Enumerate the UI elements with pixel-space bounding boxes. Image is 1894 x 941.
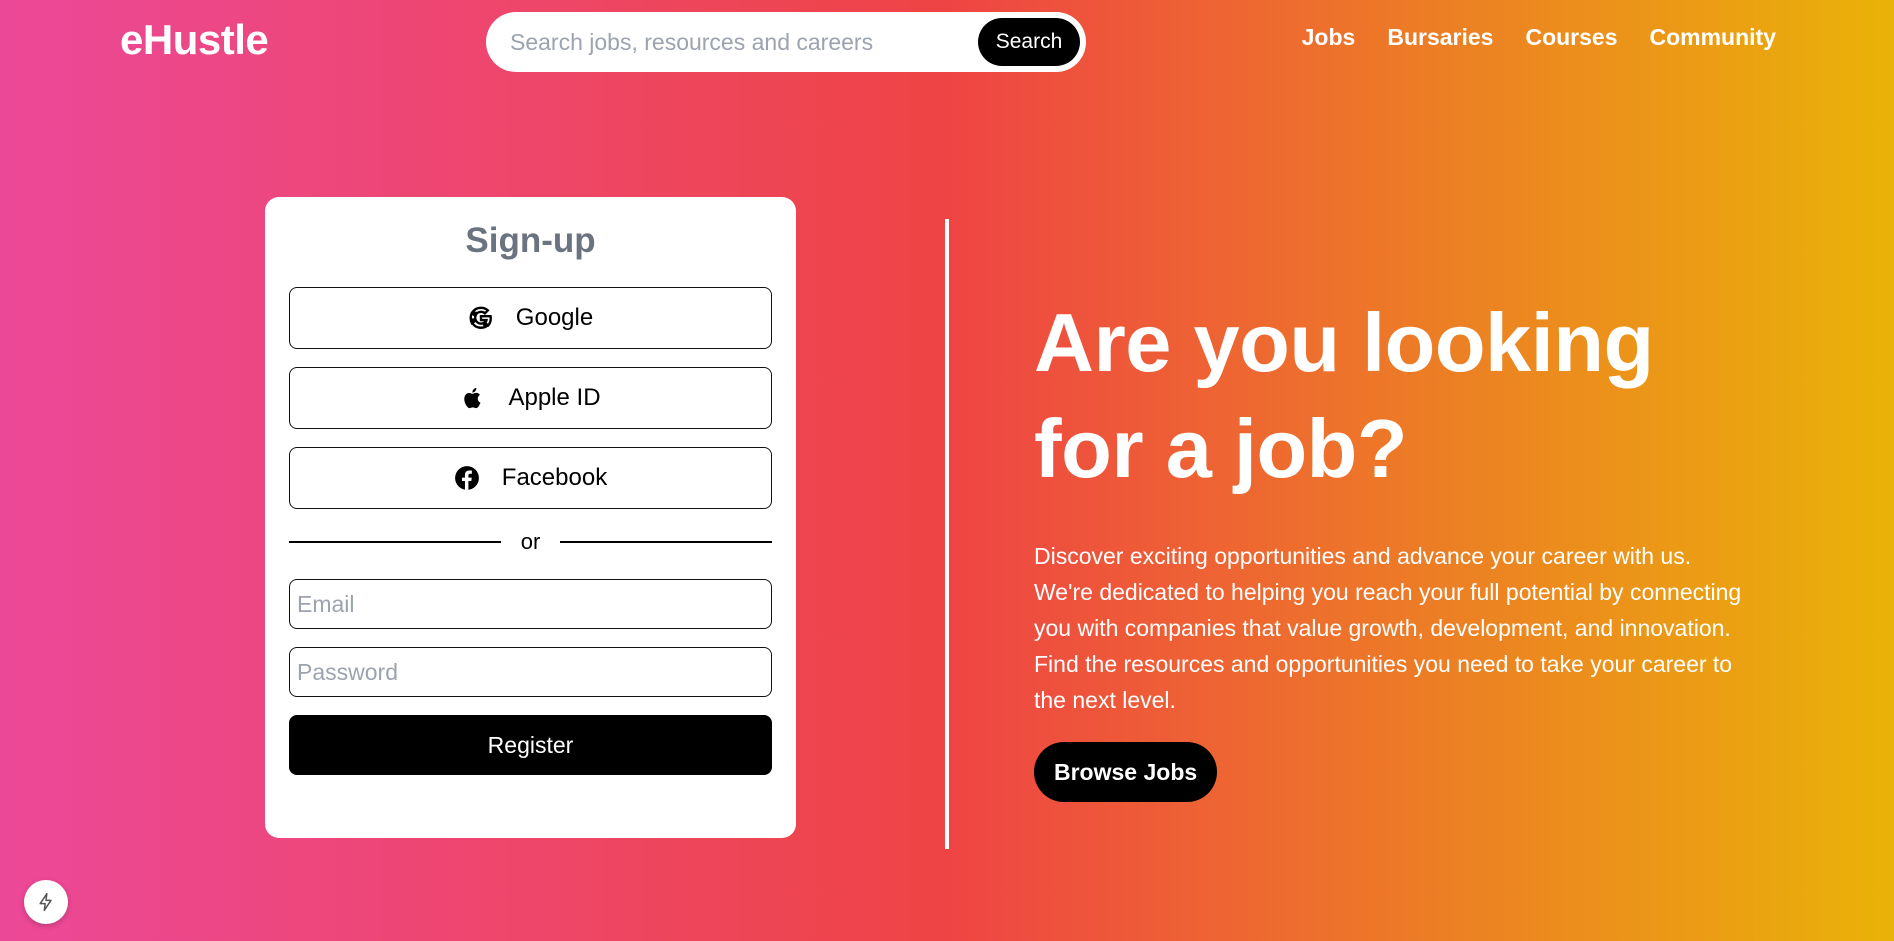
divider-line-left bbox=[289, 541, 501, 543]
facebook-icon bbox=[454, 466, 479, 490]
nav-jobs[interactable]: Jobs bbox=[1302, 24, 1356, 51]
floating-action-button[interactable] bbox=[24, 880, 68, 924]
facebook-signup-button[interactable]: Facebook bbox=[289, 447, 772, 509]
email-field[interactable] bbox=[289, 579, 772, 629]
main-nav: Jobs Bursaries Courses Community bbox=[1302, 24, 1776, 51]
signup-title: Sign-up bbox=[465, 221, 596, 260]
nav-courses[interactable]: Courses bbox=[1525, 24, 1617, 51]
hero-headline: Are you looking for a job? bbox=[1034, 290, 1774, 502]
google-label: Google bbox=[515, 304, 594, 331]
divider-label: or bbox=[520, 529, 541, 554]
browse-jobs-button[interactable]: Browse Jobs bbox=[1034, 742, 1218, 802]
hero-description: Discover exciting opportunities and adva… bbox=[1034, 543, 1742, 713]
bolt-icon bbox=[39, 892, 52, 912]
vertical-divider bbox=[945, 219, 949, 849]
register-button[interactable]: Register bbox=[289, 715, 772, 775]
hero-section: Are you looking for a job? Discover exci… bbox=[1034, 290, 1774, 802]
google-icon bbox=[469, 306, 492, 329]
search-bar: Search bbox=[486, 12, 1086, 72]
apple-label: Apple ID bbox=[508, 384, 601, 411]
password-field[interactable] bbox=[289, 647, 772, 697]
apple-icon bbox=[464, 388, 481, 409]
search-button[interactable]: Search bbox=[978, 18, 1080, 66]
search-input[interactable] bbox=[510, 28, 978, 56]
hero-headline-line2: for a job? bbox=[1034, 402, 1408, 495]
divider-line-right bbox=[560, 541, 772, 543]
apple-signup-button[interactable]: Apple ID bbox=[289, 367, 772, 429]
nav-community[interactable]: Community bbox=[1650, 24, 1777, 51]
signup-card: Sign-up Google Apple ID Facebook or Regi… bbox=[265, 197, 796, 838]
or-divider: or bbox=[289, 529, 772, 555]
logo[interactable]: eHustle bbox=[120, 16, 269, 64]
nav-bursaries[interactable]: Bursaries bbox=[1387, 24, 1493, 51]
facebook-label: Facebook bbox=[501, 464, 608, 491]
hero-headline-line1: Are you looking bbox=[1034, 296, 1654, 389]
google-signup-button[interactable]: Google bbox=[289, 287, 772, 349]
